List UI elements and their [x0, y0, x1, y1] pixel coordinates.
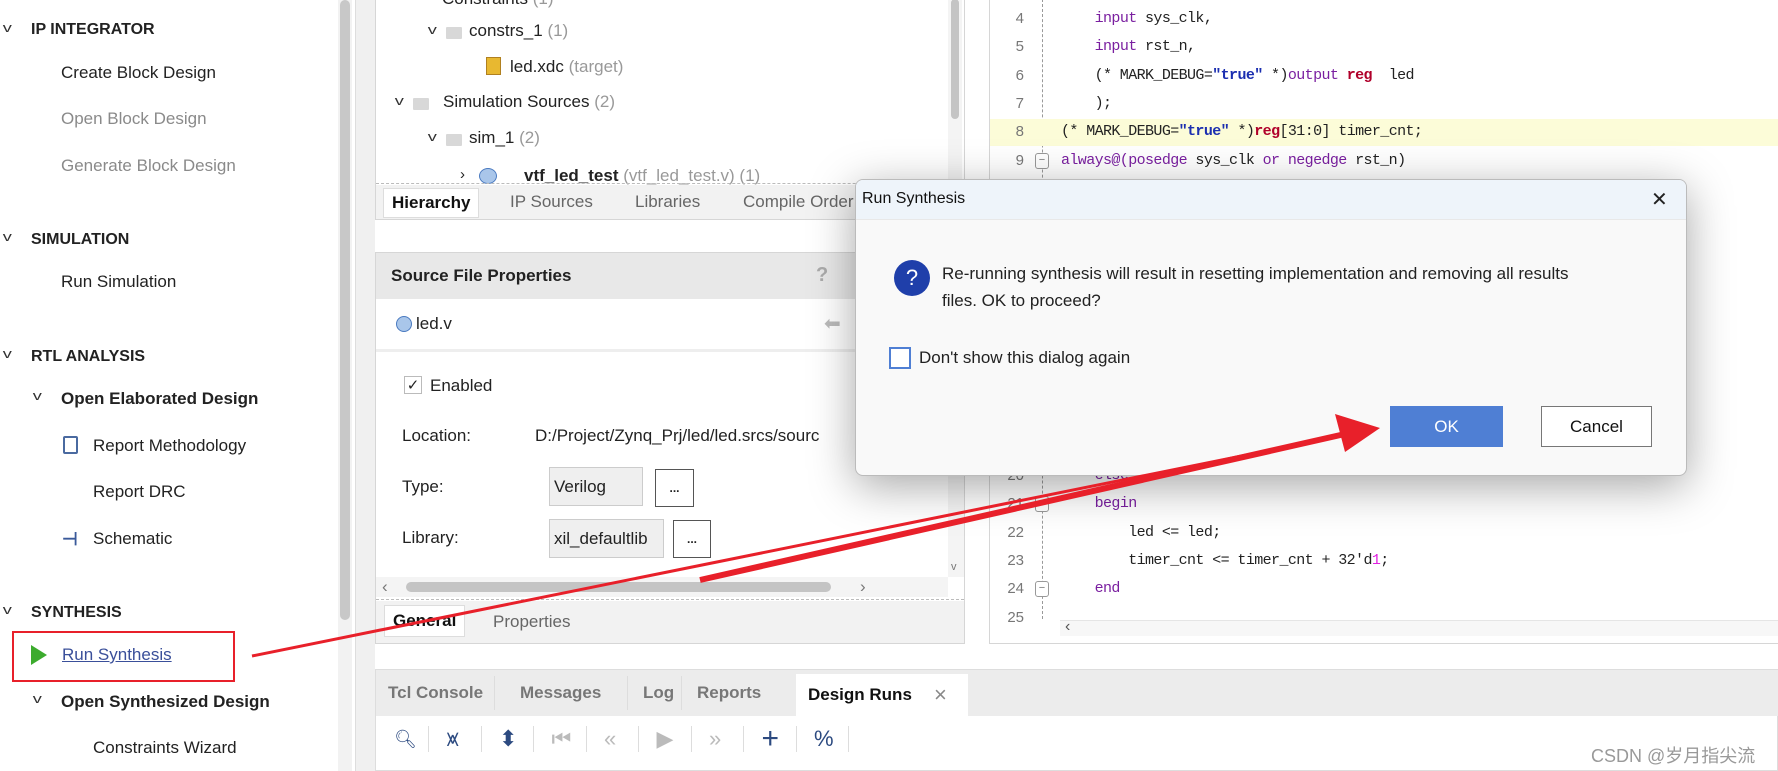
annotation-arrow: [251, 414, 1380, 658]
arrow-shaft-thick: [699, 431, 1346, 583]
